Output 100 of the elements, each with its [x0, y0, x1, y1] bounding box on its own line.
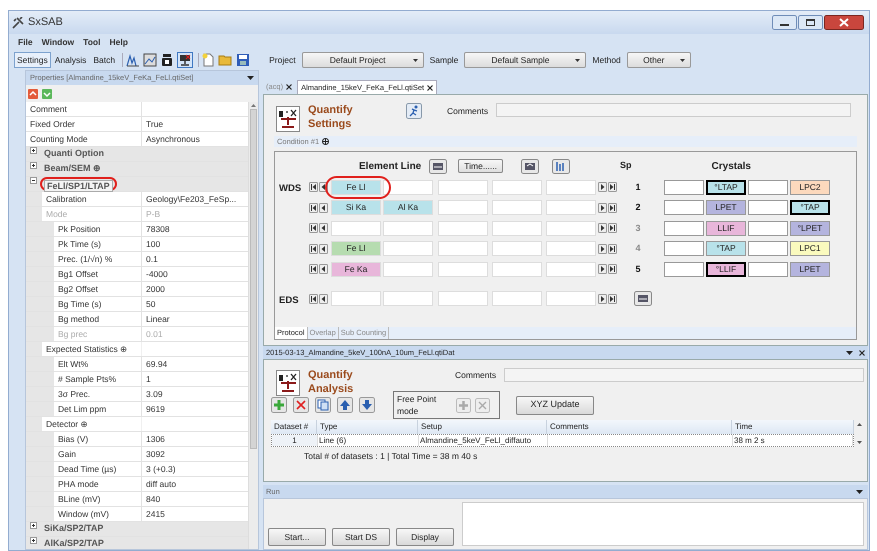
last-button[interactable] [608, 244, 617, 254]
crystal-slot[interactable]: LLIF [706, 220, 746, 236]
image-icon[interactable] [143, 53, 158, 67]
empty-slot[interactable] [748, 262, 788, 277]
caret-icon[interactable] [247, 76, 254, 80]
next-button[interactable] [598, 264, 607, 274]
crystal-slot[interactable]: LPET [790, 262, 830, 277]
first-button[interactable] [309, 182, 318, 192]
menu-item[interactable]: Help [109, 36, 128, 48]
spectrum-icon[interactable] [126, 53, 140, 67]
bars-icon-button[interactable] [552, 158, 570, 174]
empty-slot[interactable] [664, 262, 704, 277]
scrollbar-thumb[interactable] [250, 109, 257, 449]
run-button[interactable]: Display [396, 528, 454, 546]
copy-button[interactable] [315, 397, 331, 413]
crystal-slot[interactable]: °LTAP [706, 180, 746, 195]
crystal-slot[interactable]: LPC2 [790, 180, 830, 195]
dropdown[interactable]: Other [626, 52, 691, 68]
group-label[interactable]: Detector ⊕ [42, 417, 141, 431]
crystal-slot[interactable]: °TAP [790, 200, 830, 216]
comments-field[interactable] [504, 368, 864, 382]
caret-icon[interactable] [856, 490, 863, 494]
last-button[interactable] [608, 223, 617, 234]
element-slot[interactable]: Fe Ll [331, 180, 381, 195]
empty-slot[interactable] [664, 180, 704, 195]
expand-icon[interactable] [30, 522, 37, 529]
menu-item[interactable]: File [18, 36, 33, 48]
menu-item[interactable]: Window [42, 36, 74, 48]
crystal-slot[interactable]: °LLIF [706, 262, 746, 277]
expand-icon[interactable] [30, 162, 37, 169]
first-button[interactable] [309, 264, 318, 274]
add-icon[interactable] [322, 138, 330, 145]
previous-button[interactable] [319, 294, 328, 304]
maximize-button[interactable] [798, 15, 823, 30]
chart-icon-button[interactable] [521, 158, 539, 174]
column-header[interactable]: Time [732, 420, 854, 434]
empty-slot[interactable] [664, 241, 704, 256]
last-button[interactable] [608, 294, 617, 304]
first-button[interactable] [309, 223, 318, 234]
monitor-icon[interactable] [177, 52, 194, 68]
dropdown[interactable]: Default Project [302, 52, 424, 68]
close-button[interactable] [824, 15, 864, 30]
time-button[interactable]: Time...... [458, 159, 503, 173]
previous-button[interactable] [319, 223, 328, 234]
element-slot[interactable]: Al Ka [383, 200, 433, 216]
first-button[interactable] [309, 202, 318, 213]
last-button[interactable] [608, 202, 617, 213]
scrollbar[interactable] [248, 102, 258, 549]
close-icon[interactable] [427, 84, 434, 90]
mode-tab[interactable]: Batch [90, 52, 118, 68]
category-row[interactable]: SiKa/SP2/TAP [26, 522, 248, 537]
empty-slot[interactable] [748, 220, 788, 236]
collapse-icon[interactable] [30, 177, 37, 184]
delete-button[interactable] [293, 397, 309, 413]
category-row[interactable]: AlKa/SP2/TAP [26, 537, 248, 549]
element-slot[interactable]: Fe Ll [331, 241, 381, 256]
scroll-down-icon[interactable] [856, 441, 862, 444]
runner-button[interactable] [406, 103, 422, 119]
folder-icon[interactable] [218, 53, 234, 67]
close-icon[interactable] [859, 350, 865, 356]
next-button[interactable] [598, 223, 607, 234]
category-label[interactable]: FeLl/SP1/LTAP [44, 180, 113, 192]
caret-icon[interactable] [846, 350, 853, 354]
crystal-slot[interactable]: °TAP [706, 241, 746, 256]
crystal-slot[interactable]: °LPET [790, 220, 830, 236]
sort-up-icon[interactable] [28, 88, 38, 98]
xyz-update-button[interactable]: XYZ Update [516, 396, 594, 414]
category-row[interactable]: Quanti Option [26, 147, 248, 162]
element-slot[interactable]: Si Ka [331, 200, 381, 216]
element-slot[interactable]: Fe Ka [331, 262, 381, 277]
category-row[interactable]: FeLl/SP1/LTAP [26, 177, 248, 192]
run-button[interactable]: Start... [268, 528, 326, 546]
next-button[interactable] [598, 202, 607, 213]
minimize-button[interactable] [772, 15, 797, 30]
scroll-up-icon[interactable] [251, 104, 256, 107]
last-button[interactable] [608, 264, 617, 274]
empty-slot[interactable] [748, 241, 788, 256]
comments-field[interactable] [496, 103, 852, 117]
expand-icon[interactable] [30, 147, 37, 154]
category-label[interactable]: Quanti Option [44, 147, 104, 161]
column-header[interactable]: Setup [418, 420, 547, 434]
empty-slot[interactable] [664, 200, 704, 216]
move-up-button[interactable] [337, 397, 353, 413]
next-button[interactable] [598, 182, 607, 192]
previous-button[interactable] [319, 202, 328, 213]
run-button[interactable]: Start DS [332, 528, 390, 546]
empty-slot[interactable] [748, 200, 788, 216]
next-button[interactable] [598, 294, 607, 304]
category-label[interactable]: AlKa/SP2/TAP [44, 537, 104, 549]
next-button[interactable] [598, 244, 607, 254]
table-icon-button[interactable] [429, 158, 448, 174]
move-down-button[interactable] [359, 397, 375, 413]
dropdown[interactable]: Default Sample [464, 52, 586, 68]
mode-tab[interactable]: Settings [14, 52, 51, 68]
group-label[interactable]: Expected Statistics ⊕ [42, 342, 141, 356]
menu-item[interactable]: Tool [83, 36, 100, 48]
empty-slot[interactable] [664, 220, 704, 236]
jar-icon[interactable] [160, 53, 174, 67]
close-icon[interactable] [286, 84, 292, 90]
category-label[interactable]: SiKa/SP2/TAP [44, 522, 104, 536]
